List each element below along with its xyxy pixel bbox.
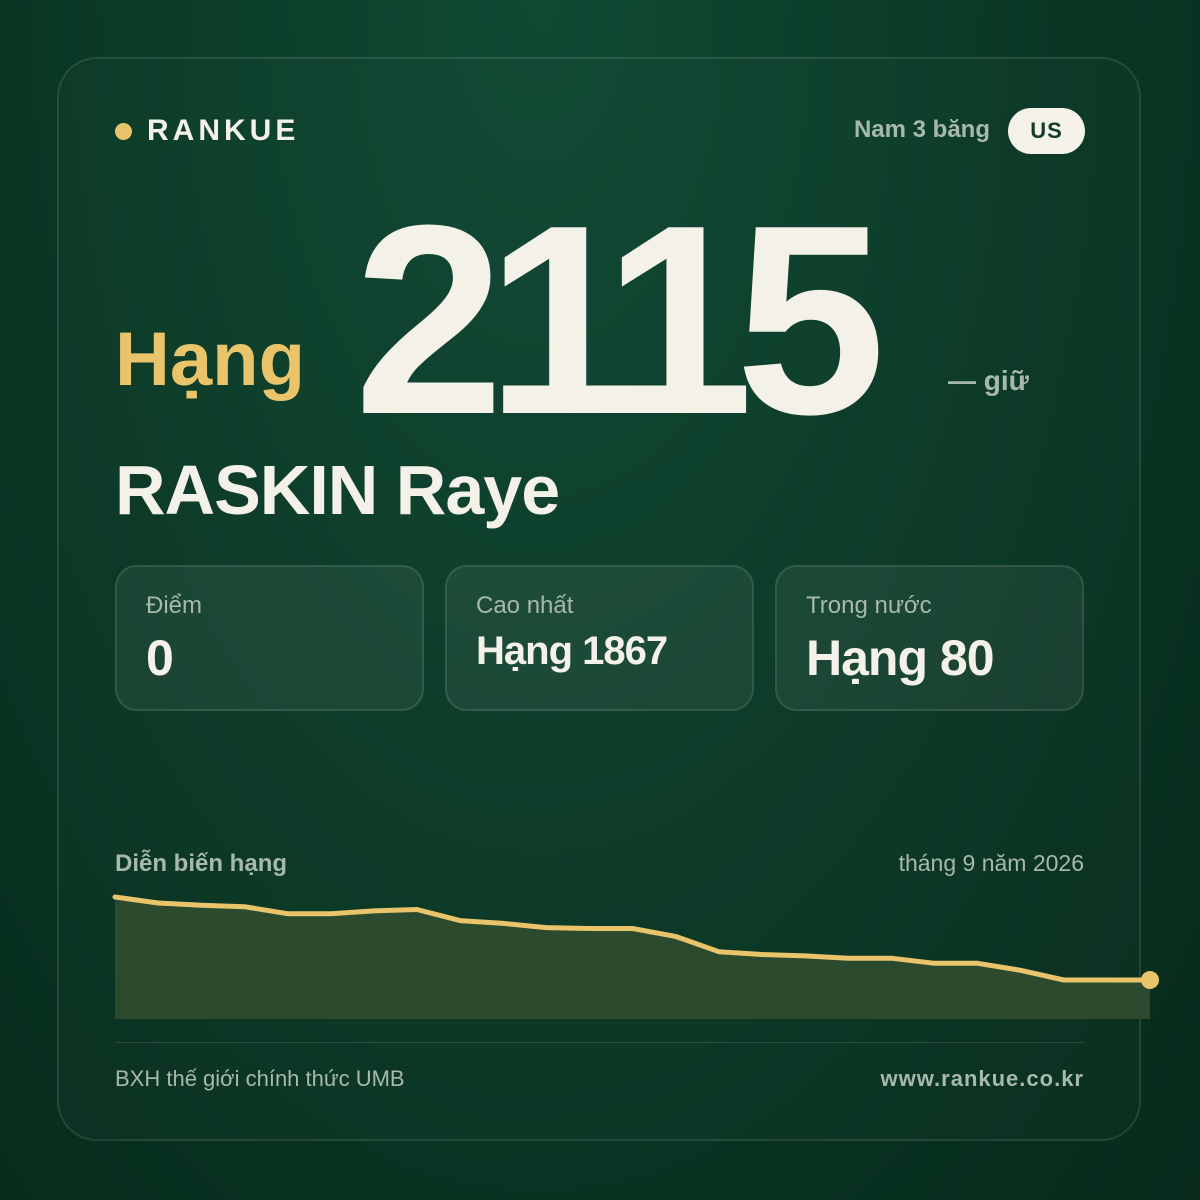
rank-history-chart: [112, 894, 1159, 1019]
footer-source: BXH thế giới chính thức UMB: [115, 1066, 405, 1091]
footer-website[interactable]: www.rankue.co.kr: [881, 1066, 1084, 1092]
chart-current-point: [1141, 971, 1159, 990]
chart-area: [115, 897, 1150, 1019]
footer-divider: [115, 1042, 1085, 1043]
